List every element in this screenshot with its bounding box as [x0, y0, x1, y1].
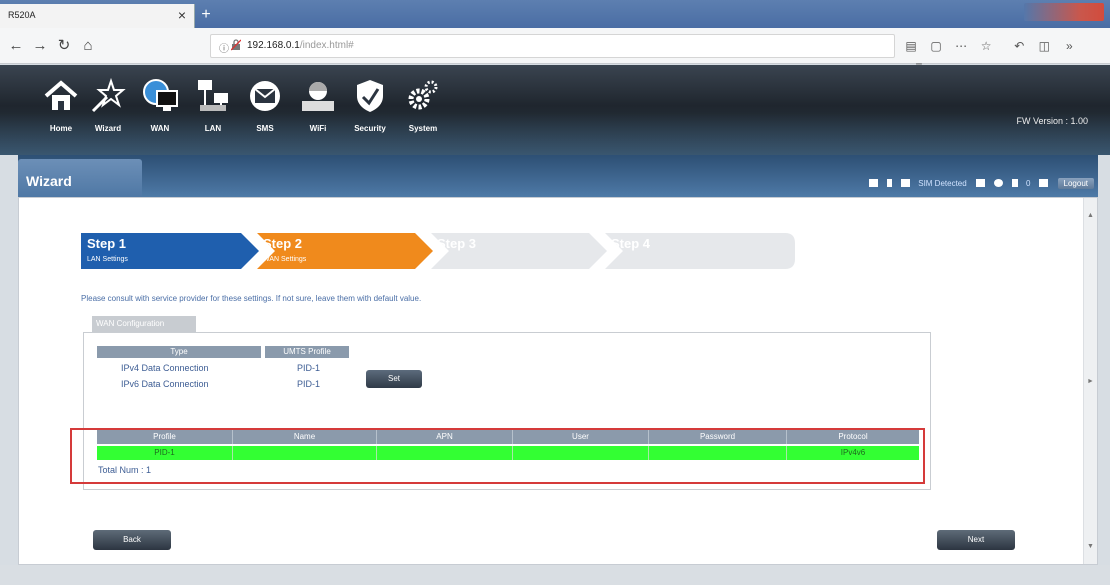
- bookmark-star-icon[interactable]: ☆: [975, 36, 997, 56]
- forward-arrow-icon[interactable]: →: [30, 36, 50, 56]
- vertical-scrollbar[interactable]: ▲ ► ▼: [1083, 198, 1097, 564]
- home-icon: [44, 80, 78, 110]
- chat-icon: [1039, 179, 1049, 188]
- wizard-icon: [91, 77, 126, 113]
- page-title: Wizard: [26, 173, 72, 189]
- back-arrow-icon[interactable]: ←: [6, 36, 26, 56]
- menu-label: System: [408, 124, 438, 133]
- tabs-icon[interactable]: ◫: [1033, 36, 1055, 56]
- sms-icon: [250, 81, 280, 111]
- menu-label: Home: [49, 124, 73, 133]
- status-area: SIM Detected 0 Logout: [863, 177, 1094, 191]
- menu-label: Security: [354, 124, 386, 133]
- new-tab-icon[interactable]: +: [197, 6, 215, 24]
- menu-lan[interactable]: LAN: [190, 75, 236, 145]
- table-header: Type: [97, 346, 261, 358]
- section-header: Wizard SIM Detected 0 Logout: [18, 155, 1098, 197]
- system-icon: [408, 80, 438, 110]
- browser-tab[interactable]: R520A ×: [0, 4, 195, 28]
- toolbar-right: ▤ ▢ ⋯ ☆ ↶ ◫ » ≡: [900, 36, 1110, 73]
- menu-label: Wizard: [94, 124, 122, 133]
- security-icon: [357, 80, 383, 112]
- tab-title: R520A: [8, 10, 36, 20]
- table-cell: PID-1: [297, 379, 321, 389]
- back-button[interactable]: Back: [93, 530, 171, 550]
- firmware-version: FW Version : 1.00: [1016, 116, 1088, 126]
- router-header: Home Wizard WAN LAN SMS WiFi Security Sy…: [0, 65, 1110, 155]
- menu-security[interactable]: Security: [347, 75, 393, 145]
- url-text: 192.168.0.1/index.html#: [247, 40, 354, 51]
- step-3: Step 3: [431, 233, 607, 269]
- browser-tab-strip: R520A × +: [0, 0, 1110, 28]
- step-subtitle: WAN Settings: [263, 256, 307, 263]
- next-button[interactable]: Next: [937, 530, 1015, 550]
- step-4: Step 4: [605, 233, 795, 269]
- table-cell: PID-1: [297, 363, 321, 373]
- step-subtitle: LAN Settings: [87, 256, 128, 263]
- scroll-down-icon[interactable]: ▼: [1087, 543, 1094, 550]
- menu-wifi[interactable]: WiFi: [295, 75, 341, 145]
- wan-icon: [143, 79, 178, 111]
- wifi-icon: [302, 82, 334, 111]
- instruction-text: Please consult with service provider for…: [81, 294, 422, 303]
- menu-sms[interactable]: SMS: [242, 75, 288, 145]
- step-title: Step 4: [611, 236, 651, 251]
- scroll-up-icon[interactable]: ▲: [1087, 212, 1094, 219]
- sim-status: SIM Detected: [918, 178, 967, 188]
- sms-count: 0: [1025, 178, 1031, 188]
- insecure-lock-icon[interactable]: [231, 39, 241, 51]
- network-icon: [975, 179, 985, 188]
- table-cell: IPv6 Data Connection: [121, 379, 209, 389]
- menu-system[interactable]: System: [400, 75, 446, 145]
- undo-icon[interactable]: ↶: [1008, 36, 1030, 56]
- signal-icon: [869, 179, 879, 188]
- battery-icon: [887, 179, 893, 188]
- overflow-icon[interactable]: »: [1058, 36, 1080, 56]
- step-1: Step 1 LAN Settings: [81, 233, 259, 269]
- step-title: Step 3: [437, 236, 477, 251]
- wizard-tab: Wizard: [18, 159, 142, 197]
- menu-home[interactable]: Home: [38, 75, 84, 145]
- library-icon[interactable]: ▤: [900, 36, 922, 56]
- menu-wizard[interactable]: Wizard: [85, 75, 131, 145]
- more-icon[interactable]: ⋯: [950, 36, 972, 56]
- url-path: /index.html#: [299, 40, 354, 51]
- reload-icon[interactable]: ↻: [54, 36, 74, 56]
- site-info-icon[interactable]: ⓘ: [219, 40, 229, 55]
- menu-label: WiFi: [309, 124, 327, 133]
- table-cell: IPv4 Data Connection: [121, 363, 209, 373]
- set-button[interactable]: Set: [366, 370, 422, 388]
- step-2: Step 2 WAN Settings: [257, 233, 433, 269]
- url-host: 192.168.0.1: [247, 40, 300, 51]
- lan-icon: [198, 80, 228, 111]
- page-footer: [0, 565, 1110, 585]
- close-tab-icon[interactable]: ×: [178, 7, 186, 23]
- globe-icon: [993, 179, 1003, 188]
- main-panel: Step 1 LAN Settings Step 2 WAN Settings …: [18, 197, 1098, 565]
- browser-toolbar: ← → ↻ ⌂ ⓘ 192.168.0.1/index.html# ▤ ▢ ⋯ …: [0, 28, 1110, 73]
- wan-config-label: WAN Configuration: [92, 316, 196, 332]
- menu-wan[interactable]: WAN: [137, 75, 183, 145]
- message-icon: [1011, 179, 1018, 188]
- window-controls[interactable]: [1024, 3, 1104, 21]
- step-title: Step 1: [87, 236, 127, 251]
- table-header: UMTS Profile: [265, 346, 349, 358]
- menu-label: WAN: [150, 124, 170, 133]
- menu-label: SMS: [256, 124, 274, 133]
- menu-label: LAN: [204, 124, 222, 133]
- home-icon[interactable]: ⌂: [78, 36, 98, 56]
- scroll-thumb-icon[interactable]: ►: [1087, 378, 1094, 385]
- sim-icon: [901, 179, 911, 188]
- highlight-frame: [70, 428, 925, 484]
- address-bar[interactable]: ⓘ 192.168.0.1/index.html#: [210, 34, 895, 58]
- logout-button[interactable]: Logout: [1057, 177, 1094, 189]
- reader-icon[interactable]: ▢: [925, 36, 947, 56]
- step-title: Step 2: [263, 236, 303, 251]
